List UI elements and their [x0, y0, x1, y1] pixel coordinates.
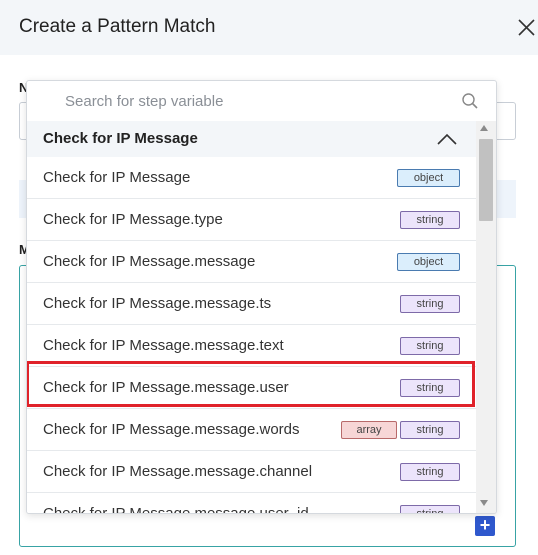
string-type-badge: string	[400, 505, 460, 513]
scroll-down-arrow[interactable]	[480, 500, 488, 506]
object-type-badge: object	[397, 253, 460, 271]
search-icon[interactable]	[461, 92, 479, 110]
group-header[interactable]: Check for IP Message	[27, 121, 476, 157]
list-item-label: Check for IP Message.message.words	[43, 421, 300, 438]
close-button[interactable]	[514, 16, 538, 40]
type-badges: object	[397, 169, 460, 187]
string-type-badge: string	[400, 421, 460, 439]
string-type-badge: string	[400, 463, 460, 481]
list-item[interactable]: Check for IP Message.message object	[27, 241, 476, 283]
dialog-header: Create a Pattern Match	[0, 0, 538, 55]
string-type-badge: string	[400, 337, 460, 355]
string-type-badge: string	[400, 295, 460, 313]
type-badges: string	[400, 211, 460, 229]
list-item[interactable]: Check for IP Message.message.text string	[27, 325, 476, 367]
string-type-badge: string	[400, 211, 460, 229]
scrollbar[interactable]	[476, 121, 496, 513]
list-item-label: Check for IP Message.message.ts	[43, 295, 272, 312]
group-title: Check for IP Message	[43, 130, 198, 147]
chevron-up-icon[interactable]	[436, 131, 458, 147]
variable-dropdown: Check for IP Message Check for IP Messag…	[26, 80, 497, 514]
search-row	[27, 81, 496, 121]
list-item[interactable]: Check for IP Message.message.user_id stri…	[27, 493, 476, 514]
list-item[interactable]: Check for IP Message object	[27, 157, 476, 199]
list-item[interactable]: Check for IP Message.message.ts string	[27, 283, 476, 325]
string-type-badge: string	[400, 379, 460, 397]
scroll-thumb[interactable]	[479, 139, 493, 221]
list-item-label: Check for IP Message.message.text	[43, 337, 284, 354]
list-item-label: Check for IP Message.type	[43, 211, 223, 228]
type-badges: object	[397, 253, 460, 271]
type-badges: string	[400, 337, 460, 355]
add-button[interactable]: +	[475, 516, 495, 536]
plus-icon: +	[479, 515, 491, 535]
type-badges: string	[400, 463, 460, 481]
list-item[interactable]: Check for IP Message.type string	[27, 199, 476, 241]
list-item[interactable]: Check for IP Message.message.words array s…	[27, 409, 476, 451]
variable-list: Check for IP Message Check for IP Messag…	[27, 121, 476, 514]
list-item-label: Check for IP Message.message	[43, 253, 256, 270]
search-input[interactable]	[65, 90, 445, 112]
list-item-label: Check for IP Message.message.user	[43, 379, 289, 396]
dialog-title: Create a Pattern Match	[19, 16, 216, 37]
list-item[interactable]: Check for IP Message.message.user string	[27, 367, 476, 409]
scroll-up-arrow[interactable]	[480, 125, 488, 131]
type-badges: string	[400, 505, 460, 513]
array-type-badge: array	[341, 421, 397, 439]
type-badges: string	[400, 295, 460, 313]
list-item-label: Check for IP Message	[43, 169, 191, 186]
type-badges: string	[400, 379, 460, 397]
close-icon	[518, 19, 535, 36]
list-item-label: Check for IP Message.message.channel	[43, 463, 313, 480]
object-type-badge: object	[397, 169, 460, 187]
list-item[interactable]: Check for IP Message.message.channel stri…	[27, 451, 476, 493]
type-badges: array string	[341, 421, 460, 439]
list-item-label: Check for IP Message.message.user_id	[43, 505, 309, 514]
